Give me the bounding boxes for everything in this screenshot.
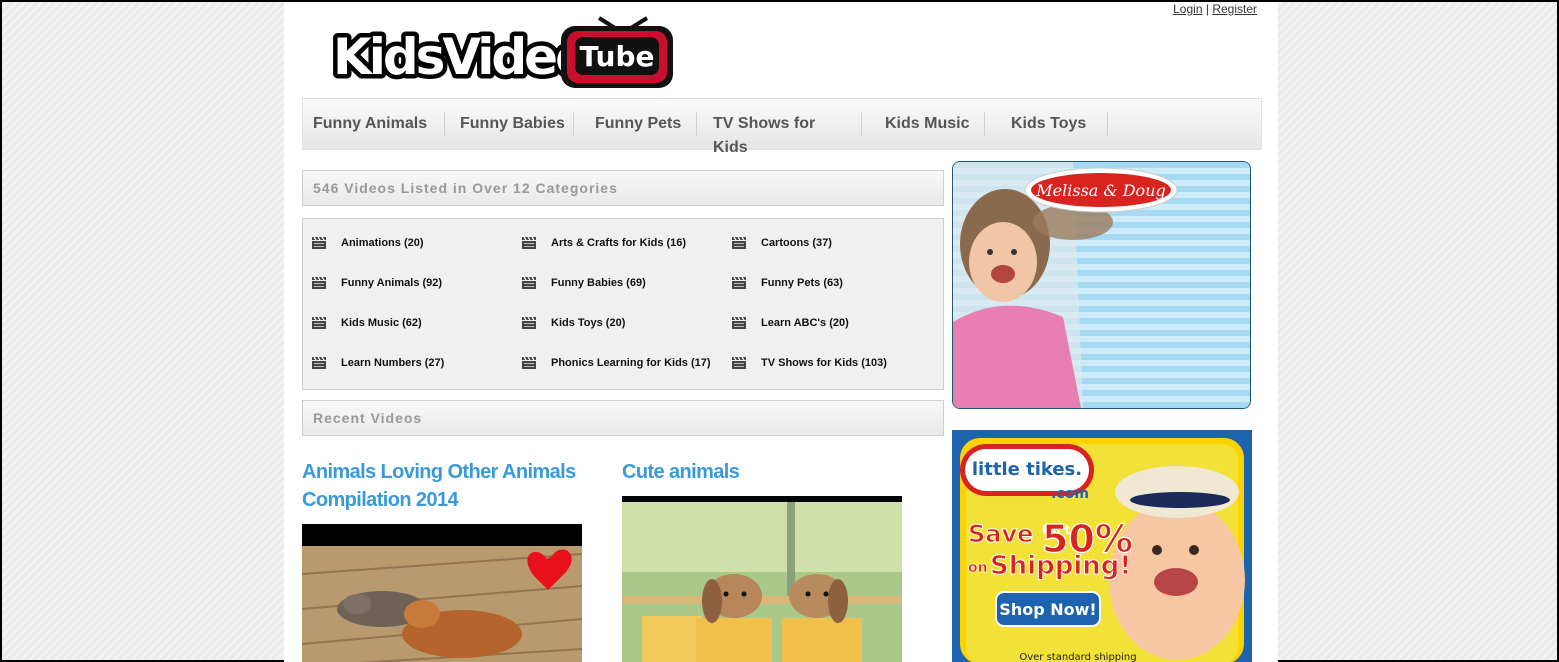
clapperboard-icon	[312, 276, 326, 289]
ad-tikes-cta: Shop Now!	[999, 600, 1096, 619]
category-link[interactable]: TV Shows for Kids (103)	[731, 354, 941, 372]
nav-kids-music[interactable]: Kids Music	[862, 112, 985, 136]
main-nav: Funny Animals Funny Babies Funny Pets TV…	[302, 98, 1262, 156]
nav-tv-shows[interactable]: TV Shows for Kids	[697, 112, 862, 156]
ad-tikes-fine-print: Over standard shipping	[1019, 652, 1136, 662]
nav-kids-toys[interactable]: Kids Toys	[985, 112, 1108, 136]
category-link[interactable]: Funny Babies (69)	[521, 274, 731, 292]
category-link[interactable]: Funny Animals (92)	[311, 274, 521, 292]
page-background-left	[2, 2, 284, 660]
category-link[interactable]: Arts & Crafts for Kids (16)	[521, 234, 731, 252]
category-label: Funny Pets (63)	[761, 277, 843, 289]
category-label: Arts & Crafts for Kids (16)	[551, 237, 687, 249]
video-title-link[interactable]: Cute animals	[622, 458, 902, 486]
category-link[interactable]: Phonics Learning for Kids (17)	[521, 354, 731, 372]
ad-little-tikes-image: little tikes. .com Save Up to 50% on Shi…	[952, 430, 1252, 662]
category-label: Animations (20)	[341, 237, 424, 249]
video-thumbnail[interactable]	[622, 496, 902, 662]
category-label: Cartoons (37)	[761, 237, 832, 249]
site-logo[interactable]: KidsVideo KidsVideo Tube	[329, 10, 679, 92]
auth-separator: |	[1205, 2, 1209, 16]
category-link[interactable]: Cartoons (37)	[731, 234, 941, 252]
ad-melissa-doug-brand: Melissa & Doug	[1035, 181, 1165, 200]
ad-tikes-domain: .com	[1051, 486, 1089, 502]
page-container: KidsVideo KidsVideo Tube Login | Registe…	[284, 2, 1278, 662]
category-label: Kids Music (62)	[341, 317, 422, 329]
category-link[interactable]: Animations (20)	[311, 234, 521, 252]
clapperboard-icon	[312, 356, 326, 369]
ad-melissa-doug[interactable]: Melissa & Doug	[952, 161, 1251, 409]
recent-videos-heading: Recent Videos	[302, 400, 944, 436]
category-link[interactable]: Funny Pets (63)	[731, 274, 941, 292]
category-label: TV Shows for Kids (103)	[761, 357, 887, 369]
clapperboard-icon	[732, 316, 746, 329]
category-label: Funny Animals (92)	[341, 277, 443, 289]
category-link[interactable]: Kids Music (62)	[311, 314, 521, 332]
nav-funny-pets[interactable]: Funny Pets	[574, 112, 697, 136]
categories-panel: Animations (20) Arts & Crafts for Kids (…	[302, 218, 944, 390]
category-link[interactable]: Learn ABC's (20)	[731, 314, 941, 332]
ad-tikes-on: on	[968, 560, 988, 576]
clapperboard-icon	[312, 236, 326, 249]
video-thumbnail-image	[622, 496, 902, 662]
logo-graphic: KidsVideo KidsVideo Tube	[329, 16, 673, 91]
video-thumbnail-image	[302, 524, 582, 662]
ad-tikes-brand: little tikes.	[972, 459, 1082, 480]
category-label: Phonics Learning for Kids (17)	[551, 357, 711, 369]
login-link[interactable]: Login	[1173, 2, 1202, 16]
category-label: Kids Toys (20)	[551, 317, 626, 329]
clapperboard-icon	[522, 316, 536, 329]
page-background-right	[1276, 2, 1557, 660]
nav-funny-babies[interactable]: Funny Babies	[445, 112, 574, 136]
logo-badge-text: Tube	[580, 40, 655, 73]
video-title-link[interactable]: Animals Loving Other Animals Compilation…	[302, 458, 592, 514]
category-label: Funny Babies (69)	[551, 277, 646, 289]
ad-little-tikes[interactable]: little tikes. .com Save Up to 50% on Shi…	[952, 430, 1252, 662]
category-label: Learn ABC's (20)	[761, 317, 849, 329]
clapperboard-icon	[732, 236, 746, 249]
ad-melissa-doug-image: Melissa & Doug	[953, 162, 1250, 408]
clapperboard-icon	[732, 276, 746, 289]
clapperboard-icon	[522, 236, 536, 249]
nav-funny-animals[interactable]: Funny Animals	[313, 112, 445, 136]
categories-heading: 546 Videos Listed in Over 12 Categories	[302, 170, 944, 206]
category-label: Learn Numbers (27)	[341, 357, 445, 369]
ad-tikes-save: Save	[968, 520, 1033, 548]
category-link[interactable]: Learn Numbers (27)	[311, 354, 521, 372]
auth-links: Login | Register	[1173, 2, 1257, 16]
ad-tikes-shipping: Shipping!	[990, 551, 1131, 581]
clapperboard-icon	[732, 356, 746, 369]
clapperboard-icon	[312, 316, 326, 329]
logo-text: KidsVideo	[333, 28, 588, 86]
clapperboard-icon	[522, 356, 536, 369]
register-link[interactable]: Register	[1212, 2, 1257, 16]
category-link[interactable]: Kids Toys (20)	[521, 314, 731, 332]
clapperboard-icon	[522, 276, 536, 289]
video-thumbnail[interactable]	[302, 524, 582, 662]
